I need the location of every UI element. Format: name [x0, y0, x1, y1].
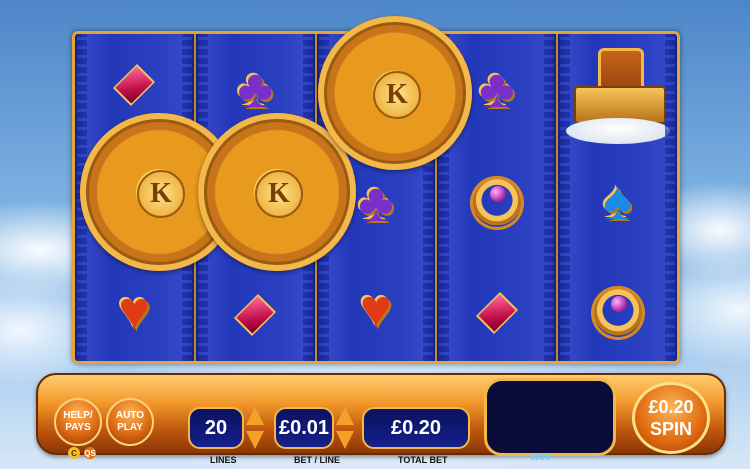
bet-up-arrow-icon[interactable] — [336, 407, 354, 425]
win-label: WIN — [530, 452, 550, 463]
gem-icon — [610, 296, 627, 312]
help-pays-button[interactable]: HELP/ PAYS — [54, 398, 102, 446]
total-bet-label: TOTAL BET — [398, 455, 448, 465]
k-shield-symbol: K — [318, 16, 472, 170]
k-emblem: K — [373, 71, 421, 119]
bet-per-line-display: £0.01 — [274, 407, 334, 449]
bet-down-arrow-icon[interactable] — [336, 431, 354, 449]
heart-symbol: ♥ — [118, 281, 151, 341]
currency-icon[interactable]: C — [68, 447, 80, 459]
k-emblem: K — [137, 170, 185, 218]
throne-symbol — [565, 42, 670, 146]
spin-button[interactable]: £0.20 SPIN — [632, 382, 710, 454]
reel-5: ♠ — [558, 34, 677, 361]
lines-stepper[interactable] — [246, 407, 264, 449]
bet-stepper[interactable] — [336, 407, 354, 449]
spin-label: SPIN — [649, 419, 692, 439]
auto-play-button[interactable]: AUTO PLAY — [106, 398, 154, 446]
lines-display: 20 — [188, 407, 244, 449]
spin-amount: £0.20 — [648, 397, 694, 417]
lines-label: LINES — [210, 455, 237, 465]
lines-down-arrow-icon[interactable] — [246, 431, 264, 449]
heart-symbol: ♥ — [359, 279, 393, 339]
club-symbol: ♣ — [237, 59, 273, 119]
gem-icon — [489, 186, 506, 202]
bet-per-line-label: BET / LINE — [294, 455, 341, 465]
settings-icon[interactable]: QS — [84, 447, 96, 459]
club-symbol: ♣ — [479, 59, 515, 119]
k-emblem: K — [255, 170, 303, 218]
club-symbol: ♣ — [358, 173, 394, 233]
lines-up-arrow-icon[interactable] — [246, 407, 264, 425]
spade-symbol: ♠ — [603, 171, 632, 231]
bracelet-symbol — [469, 176, 524, 230]
total-bet-display: £0.20 — [362, 407, 470, 449]
diamond-symbol — [475, 291, 518, 335]
win-display — [484, 378, 616, 456]
diamond-symbol — [113, 63, 156, 107]
diamond-symbol — [234, 293, 277, 337]
bracelet-symbol — [590, 286, 645, 340]
